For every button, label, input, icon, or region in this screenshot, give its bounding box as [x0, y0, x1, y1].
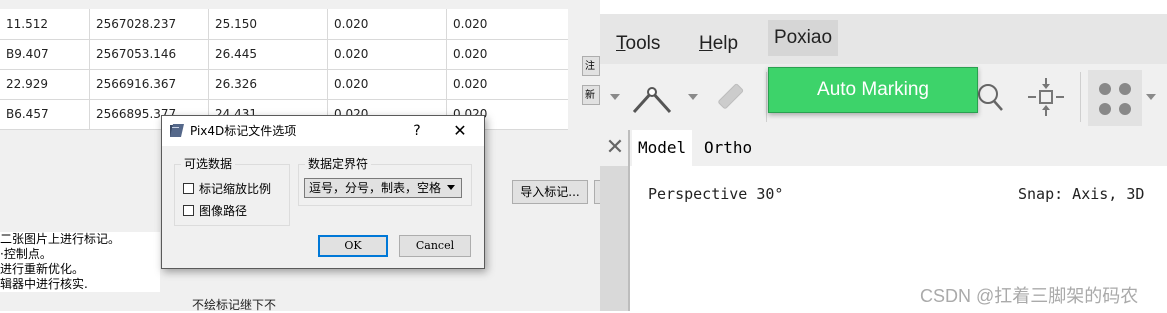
checkbox-label: 标记缩放比例: [199, 181, 272, 196]
close-icon[interactable]: ✕: [604, 130, 626, 166]
table-cell: 0.020: [328, 39, 447, 69]
table-cell: 22.929: [0, 69, 90, 99]
cancel-button[interactable]: Cancel: [399, 235, 471, 257]
table-cell: 26.326: [209, 69, 328, 99]
table-cell: 2567028.237: [90, 9, 209, 39]
side-button-new[interactable]: 新: [582, 85, 600, 105]
side-button-add[interactable]: 注: [582, 56, 600, 76]
instruction-line: 二张图片上进行标记。: [0, 232, 121, 246]
components-icon: [1099, 83, 1131, 115]
scale-checkbox[interactable]: [183, 182, 194, 194]
table-cell: 0.020: [453, 77, 488, 91]
path-checkbox-row[interactable]: 图像路径: [183, 202, 247, 218]
snap-label: Snap: Axis, 3D: [1018, 185, 1145, 203]
instruction-line: 辑器中进行核实.: [0, 277, 88, 291]
clipped-note: 不绘标记继下不: [192, 298, 277, 312]
group-label: 数据定界符: [305, 156, 372, 172]
tab-model[interactable]: Model: [632, 130, 693, 166]
components-button[interactable]: [1088, 70, 1142, 126]
chevron-down-icon[interactable]: [1146, 94, 1156, 100]
chevron-down-icon: [447, 185, 455, 190]
menu-tools[interactable]: Tools: [616, 28, 660, 60]
table-cell: 0.020: [328, 69, 447, 99]
side-strip: [600, 166, 628, 311]
instructions-text: 二张图片上进行标记。 ·控制点。 进行重新优化。 辑器中进行核实.: [0, 232, 160, 292]
marker-table: 11.512 2567028.237 25.150 0.020 0.020 B9…: [0, 9, 568, 130]
optional-data-group: 可选数据 标记缩放比例 图像路径: [174, 156, 290, 226]
table-cell: 2567053.146: [90, 39, 209, 69]
line-tool-icon[interactable]: [630, 78, 678, 118]
ok-button[interactable]: OK: [318, 235, 388, 257]
toolbar-divider: [766, 72, 767, 122]
scene-tabs: ✕ Model Ortho: [600, 130, 1167, 166]
table-cell: 26.445: [209, 39, 328, 69]
dialog-titlebar[interactable]: Pix4D标记文件选项 ? ✕: [162, 116, 484, 146]
table-row[interactable]: 22.929 2566916.367 26.326 0.020 0.020: [0, 69, 568, 100]
table-cell: 0.020: [453, 17, 488, 31]
menu-help[interactable]: Help: [699, 28, 738, 60]
zoom-extents-icon[interactable]: [1026, 76, 1066, 118]
delimiter-value: 逗号，分号，制表，空格: [309, 181, 442, 195]
checkbox-label: 图像路径: [199, 203, 248, 218]
pix4d-options-dialog: Pix4D标记文件选项 ? ✕ 可选数据 标记缩放比例 图像路径 数据定界符 逗…: [161, 115, 485, 269]
table-cell: B6.457: [0, 99, 90, 129]
perspective-label: Perspective 30°: [648, 185, 784, 203]
table-cell: 11.512: [0, 9, 90, 39]
instruction-line: 进行重新优化。: [0, 262, 85, 276]
table-row[interactable]: 11.512 2567028.237 25.150 0.020 0.020: [0, 9, 568, 40]
app-icon: [170, 124, 184, 137]
toolbar-divider: [1080, 72, 1081, 122]
dialog-title: Pix4D标记文件选项: [190, 124, 297, 138]
table-cell: 0.020: [328, 9, 447, 39]
help-icon[interactable]: ?: [407, 116, 427, 146]
delimiter-select[interactable]: 逗号，分号，制表，空格: [304, 178, 462, 198]
scale-checkbox-row[interactable]: 标记缩放比例: [183, 180, 271, 196]
auto-marking-menu-item[interactable]: Auto Marking: [768, 67, 978, 113]
eraser-icon[interactable]: [712, 80, 748, 116]
menu-poxiao[interactable]: Poxiao: [768, 20, 838, 56]
path-checkbox[interactable]: [183, 204, 194, 216]
menu-bar: Tools Help Poxiao: [600, 14, 1167, 64]
table-cell: B9.407: [0, 39, 90, 69]
chevron-down-icon[interactable]: [610, 94, 620, 100]
zoom-icon[interactable]: [976, 80, 1006, 114]
close-icon[interactable]: ✕: [448, 116, 472, 146]
table-cell: 2566916.367: [90, 69, 209, 99]
instruction-line: ·控制点。: [0, 247, 52, 261]
chevron-down-icon[interactable]: [688, 94, 698, 100]
import-markers-button[interactable]: 导入标记...: [512, 180, 588, 204]
tab-ortho[interactable]: Ortho: [698, 130, 758, 166]
table-row[interactable]: B9.407 2567053.146 26.445 0.020 0.020: [0, 39, 568, 70]
table-cell: 25.150: [209, 9, 328, 39]
table-cell: 0.020: [453, 47, 488, 61]
watermark: CSDN @扛着三脚架的码农: [920, 286, 1139, 306]
group-label: 可选数据: [181, 156, 236, 172]
